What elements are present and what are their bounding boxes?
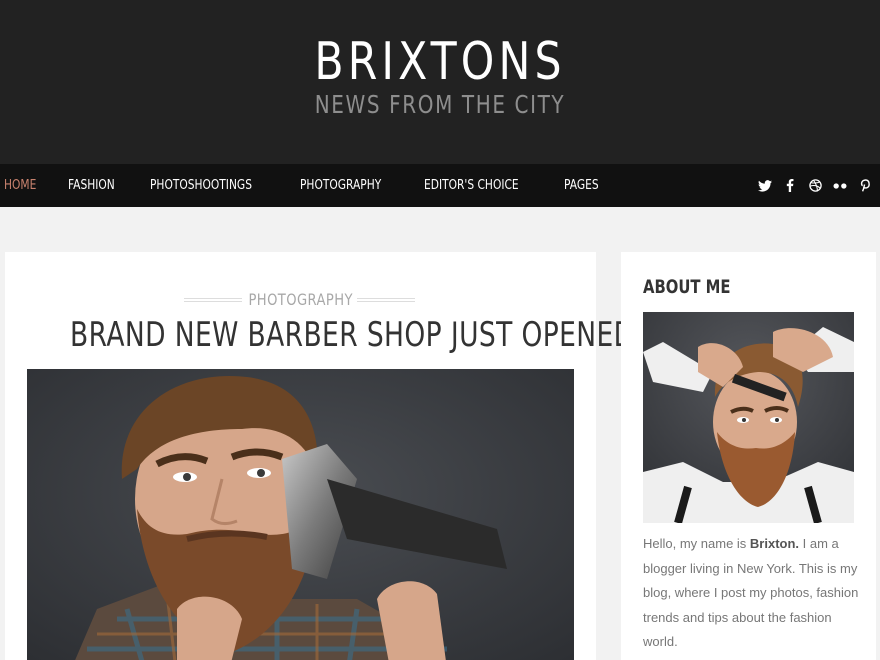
bearded-man-with-axe-photo xyxy=(27,369,574,660)
about-text-intro: Hello, my name is xyxy=(643,536,750,551)
about-me-image xyxy=(643,312,854,523)
site-title[interactable]: BRIXTONS xyxy=(79,30,801,94)
nav-item-editors-choice[interactable]: EDITOR'S CHOICE xyxy=(424,178,519,193)
widget-title: ABOUT ME xyxy=(643,276,731,298)
about-author-name: Brixton. xyxy=(749,536,800,551)
man-combing-hair-photo xyxy=(643,312,854,523)
post-category-link[interactable]: PHOTOGRAPHY xyxy=(248,290,352,309)
twitter-icon[interactable] xyxy=(758,179,772,193)
site-header: BRIXTONS NEWS FROM THE CITY xyxy=(0,0,880,164)
nav-item-photoshootings[interactable]: PHOTOSHOOTINGS xyxy=(150,178,252,193)
flickr-icon[interactable] xyxy=(833,179,847,193)
nav-item-pages[interactable]: PAGES xyxy=(564,178,599,193)
nav-item-photography[interactable]: PHOTOGRAPHY xyxy=(300,178,381,193)
nav-item-home[interactable]: HOME xyxy=(4,178,36,193)
dribbble-icon[interactable] xyxy=(808,179,822,193)
pinterest-icon[interactable] xyxy=(858,179,872,193)
post-category: PHOTOGRAPHY xyxy=(5,290,596,310)
category-divider-right xyxy=(357,298,415,302)
main-nav: HOME FASHION PHOTOSHOOTINGS PHOTOGRAPHY … xyxy=(0,164,880,207)
about-me-text: Hello, my name is Brixton. I am a blogge… xyxy=(643,532,863,655)
social-links xyxy=(747,164,872,207)
post-featured-image[interactable] xyxy=(27,369,574,660)
sidebar-about-widget: ABOUT ME Hello, my name is Brixton. I am… xyxy=(621,252,876,660)
post-title[interactable]: BRAND NEW BARBER SHOP JUST OPENED xyxy=(70,314,634,356)
site-tagline: NEWS FROM THE CITY xyxy=(314,90,566,119)
facebook-icon[interactable] xyxy=(783,179,797,193)
nav-list: HOME FASHION PHOTOSHOOTINGS PHOTOGRAPHY … xyxy=(4,164,632,207)
nav-item-fashion[interactable]: FASHION xyxy=(68,178,115,193)
about-text-body: I am a blogger living in New York. This … xyxy=(643,536,859,649)
featured-post: PHOTOGRAPHY BRAND NEW BARBER SHOP JUST O… xyxy=(5,252,634,660)
